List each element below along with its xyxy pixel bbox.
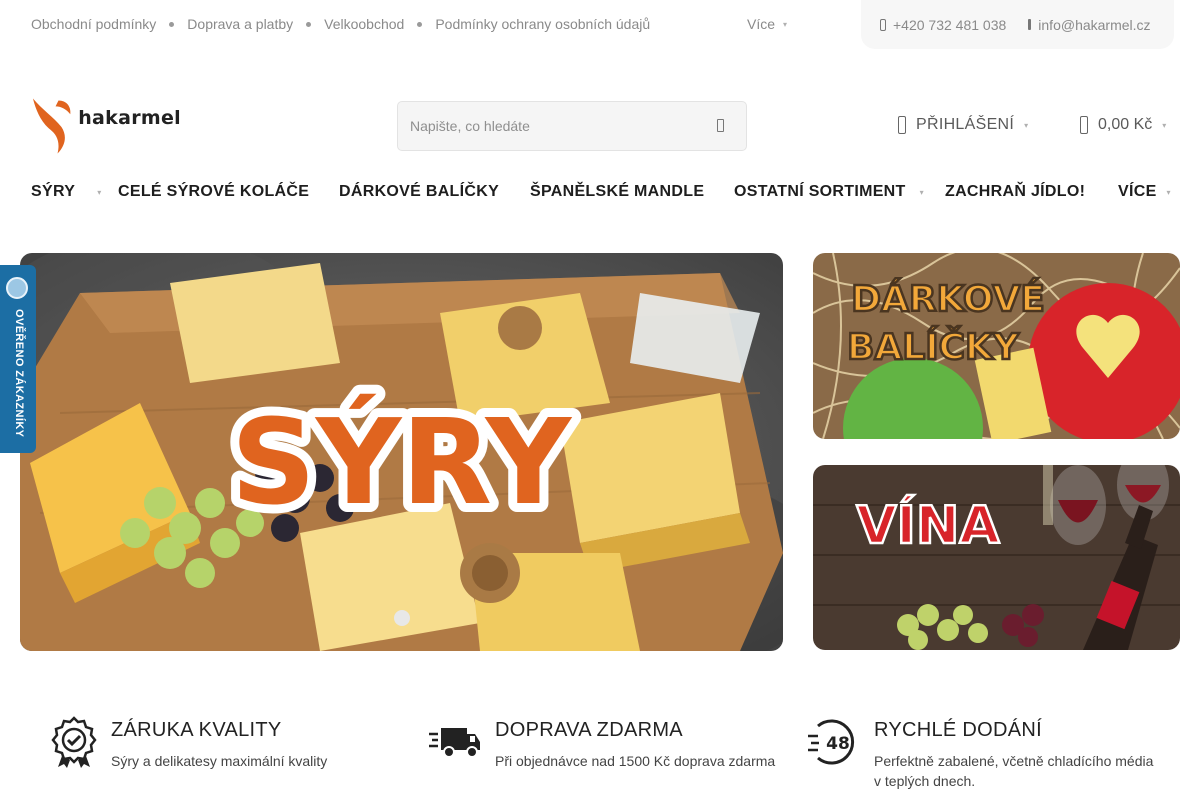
hero-banner-cheese[interactable]: SÝRY SÝRY (20, 253, 783, 651)
hero-title: SÝRY (231, 393, 573, 531)
wine-image: VÍNA (813, 465, 1180, 650)
top-bar: Obchodní podmínky Doprava a platby Velko… (0, 0, 1200, 49)
login-label: PŘIHLÁŠENÍ (916, 116, 1015, 133)
quality-badge-icon (51, 716, 97, 768)
separator-dot (306, 21, 312, 27)
phone-number: +420 732 481 038 (893, 16, 1007, 33)
cart-icon (1080, 116, 1088, 134)
link-terms[interactable]: Obchodní podmínky (31, 16, 156, 32)
banner-gift-boxes[interactable]: DÁRKOVÉ BALÍČKY (813, 253, 1180, 439)
mail-icon (1028, 19, 1032, 30)
nav-item-gift-boxes[interactable]: DÁRKOVÉ BALÍČKY (339, 183, 499, 201)
separator-dot (417, 21, 423, 27)
search-input[interactable] (410, 102, 700, 150)
email-address: info@hakarmel.cz (1038, 16, 1151, 33)
phone-icon (880, 18, 886, 31)
gift-title-line2: BALÍČKY (847, 326, 1020, 368)
main-nav: SÝRY ▾ CELÉ SÝROVÉ KOLÁČE DÁRKOVÉ BALÍČK… (0, 183, 1200, 203)
link-shipping-payment[interactable]: Doprava a platby (187, 16, 293, 32)
feature-free-delivery: DOPRAVA ZDARMA Při objednávce nad 1500 K… (427, 716, 775, 771)
chevron-down-icon: ▾ (1166, 187, 1171, 197)
site-logo[interactable]: hakarmel (31, 96, 181, 156)
nav-label: OSTATNÍ SORTIMENT (734, 183, 906, 200)
nav-item-spanish-almonds[interactable]: ŠPANĚLSKÉ MANDLE (530, 183, 704, 201)
nav-item-other-products[interactable]: OSTATNÍ SORTIMENT ▾ (734, 183, 924, 201)
logo-mark-icon (32, 98, 71, 154)
nav-label: ZACHRAŇ JÍDLO! (945, 183, 1086, 200)
nav-item-whole-cheese-wheels[interactable]: CELÉ SÝROVÉ KOLÁČE (118, 183, 309, 201)
top-links: Obchodní podmínky Doprava a platby Velko… (31, 16, 650, 32)
verified-by-customers-badge[interactable]: OVĚŘENO ZÁKAZNÍKY (0, 265, 36, 453)
link-wholesale[interactable]: Velkoobchod (324, 16, 404, 32)
nav-label: DÁRKOVÉ BALÍČKY (339, 183, 500, 200)
search-icon (716, 119, 724, 132)
nav-label: SÝRY (31, 183, 76, 200)
cart-button[interactable]: 0,00 Kč ▾ (1080, 116, 1166, 134)
link-privacy[interactable]: Podmínky ochrany osobních údajů (435, 16, 650, 32)
chevron-down-icon: ▾ (783, 19, 788, 29)
feature-description: Sýry a delikatesy maximální kvality (111, 753, 328, 769)
login-button[interactable]: PŘIHLÁŠENÍ ▾ (898, 116, 1028, 134)
badge-seal-icon (6, 277, 28, 299)
nav-item-more[interactable]: VÍCE ▾ (1118, 183, 1171, 201)
chevron-down-icon: ▾ (1024, 120, 1029, 130)
gift-title-line1: DÁRKOVÉ (851, 278, 1045, 320)
feature-description: Perfektně zabalené, včetně chladícího mé… (874, 753, 1154, 789)
feature-title: ZÁRUKA KVALITY (111, 719, 282, 741)
wine-title: VÍNA (856, 495, 999, 556)
nav-item-cheese[interactable]: SÝRY ▾ (31, 183, 102, 201)
email-contact[interactable]: info@hakarmel.cz (1028, 16, 1151, 33)
top-more-label: Více (747, 16, 776, 32)
banner-wines[interactable]: VÍNA (813, 465, 1180, 650)
nav-label: CELÉ SÝROVÉ KOLÁČE (118, 183, 310, 200)
feature-fast-delivery: 48 RYCHLÉ DODÁNÍ Perfektně zabalené, vče… (806, 716, 1164, 791)
nav-label: VÍCE (1118, 183, 1157, 200)
top-more-dropdown[interactable]: Více ▾ (747, 16, 787, 32)
cart-total: 0,00 Kč (1098, 116, 1153, 133)
chevron-down-icon: ▾ (97, 187, 102, 197)
delivery-truck-icon (429, 728, 480, 758)
feature-title: DOPRAVA ZDARMA (495, 719, 683, 741)
search-box (397, 101, 747, 151)
48h-delivery-icon: 48 (808, 719, 855, 765)
gift-box-image: DÁRKOVÉ BALÍČKY (813, 253, 1180, 439)
cheese-board-image: SÝRY SÝRY (20, 253, 783, 651)
user-icon (898, 116, 906, 134)
logo-text: hakarmel (78, 107, 181, 129)
search-button[interactable] (713, 117, 727, 135)
svg-text:48: 48 (826, 734, 850, 754)
feature-description: Při objednávce nad 1500 Kč doprava zdarm… (495, 753, 776, 769)
carousel-dot[interactable] (394, 610, 410, 626)
nav-label: ŠPANĚLSKÉ MANDLE (530, 183, 705, 200)
chevron-down-icon: ▾ (1162, 120, 1167, 130)
contact-box: +420 732 481 038 info@hakarmel.cz (861, 0, 1174, 49)
badge-text: OVĚŘENO ZÁKAZNÍKY (13, 309, 25, 438)
feature-title: RYCHLÉ DODÁNÍ (874, 719, 1043, 741)
nav-item-save-food[interactable]: ZACHRAŇ JÍDLO! (945, 183, 1085, 201)
chevron-down-icon: ▾ (919, 187, 924, 197)
feature-quality: ZÁRUKA KVALITY Sýry a delikatesy maximál… (50, 716, 327, 771)
separator-dot (169, 21, 175, 27)
phone-contact[interactable]: +420 732 481 038 (880, 17, 1006, 33)
